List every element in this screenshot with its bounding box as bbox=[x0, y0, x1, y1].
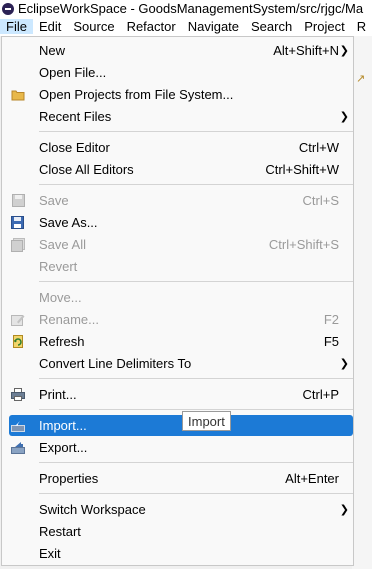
menu-bar: File Edit Source Refactor Navigate Searc… bbox=[0, 17, 372, 36]
save-icon bbox=[10, 193, 26, 208]
menu-item-save-as[interactable]: Save As... bbox=[9, 212, 353, 233]
menu-item-import[interactable]: Import... bbox=[9, 415, 353, 436]
save-all-icon bbox=[10, 237, 26, 252]
menu-source[interactable]: Source bbox=[67, 19, 120, 34]
export-icon bbox=[10, 440, 26, 455]
menu-edit[interactable]: Edit bbox=[33, 19, 67, 34]
printer-icon bbox=[10, 387, 26, 402]
menu-item-refresh[interactable]: Refresh F5 bbox=[9, 331, 353, 352]
menu-item-switch-workspace[interactable]: Switch Workspace ❯ bbox=[9, 499, 353, 520]
menu-search[interactable]: Search bbox=[245, 19, 298, 34]
eclipse-icon bbox=[2, 2, 14, 15]
rename-icon bbox=[10, 312, 26, 327]
menu-project[interactable]: Project bbox=[298, 19, 350, 34]
menu-item-open-file[interactable]: Open File... bbox=[9, 62, 353, 83]
menu-item-recent-files[interactable]: Recent Files ❯ bbox=[9, 106, 353, 127]
import-icon bbox=[10, 418, 26, 433]
menu-item-rename[interactable]: Rename... F2 bbox=[9, 309, 353, 330]
folder-icon bbox=[10, 87, 26, 102]
menu-navigate[interactable]: Navigate bbox=[182, 19, 245, 34]
menu-item-close-all[interactable]: Close All Editors Ctrl+Shift+W bbox=[9, 159, 353, 180]
toolbar-icon[interactable]: ↗ bbox=[356, 72, 366, 85]
chevron-right-icon: ❯ bbox=[339, 358, 349, 370]
window-title: EclipseWorkSpace - GoodsManagementSystem… bbox=[18, 1, 364, 16]
menu-item-print[interactable]: Print... Ctrl+P bbox=[9, 384, 353, 405]
menu-item-open-projects[interactable]: Open Projects from File System... bbox=[9, 84, 353, 105]
import-tooltip: Import bbox=[182, 411, 231, 431]
menu-item-revert[interactable]: Revert bbox=[9, 256, 353, 277]
menu-item-exit[interactable]: Exit bbox=[9, 543, 353, 564]
save-as-icon bbox=[10, 215, 26, 230]
menu-separator bbox=[39, 131, 353, 132]
menu-separator bbox=[39, 409, 353, 410]
menu-item-convert-delimiters[interactable]: Convert Line Delimiters To ❯ bbox=[9, 353, 353, 374]
menu-separator bbox=[39, 462, 353, 463]
file-menu: New Alt+Shift+N ❯ Open File... Open Proj… bbox=[1, 36, 354, 566]
menu-refactor[interactable]: Refactor bbox=[121, 19, 182, 34]
chevron-right-icon: ❯ bbox=[339, 504, 349, 516]
menu-separator bbox=[39, 281, 353, 282]
menu-separator bbox=[39, 493, 353, 494]
menu-item-restart[interactable]: Restart bbox=[9, 521, 353, 542]
menu-item-save[interactable]: Save Ctrl+S bbox=[9, 190, 353, 211]
refresh-icon bbox=[10, 334, 26, 349]
menu-separator bbox=[39, 184, 353, 185]
toolbar-strip bbox=[352, 36, 372, 569]
menu-item-export[interactable]: Export... bbox=[9, 437, 353, 458]
chevron-right-icon: ❯ bbox=[339, 45, 349, 57]
menu-separator bbox=[39, 378, 353, 379]
menu-item-close-editor[interactable]: Close Editor Ctrl+W bbox=[9, 137, 353, 158]
title-bar: EclipseWorkSpace - GoodsManagementSystem… bbox=[0, 0, 372, 17]
chevron-right-icon: ❯ bbox=[339, 111, 349, 123]
menu-file[interactable]: File bbox=[0, 19, 33, 34]
menu-item-move[interactable]: Move... bbox=[9, 287, 353, 308]
menu-item-properties[interactable]: Properties Alt+Enter bbox=[9, 468, 353, 489]
menu-item-new[interactable]: New Alt+Shift+N ❯ bbox=[9, 40, 353, 61]
menu-item-save-all[interactable]: Save All Ctrl+Shift+S bbox=[9, 234, 353, 255]
menu-run[interactable]: R bbox=[351, 19, 372, 34]
